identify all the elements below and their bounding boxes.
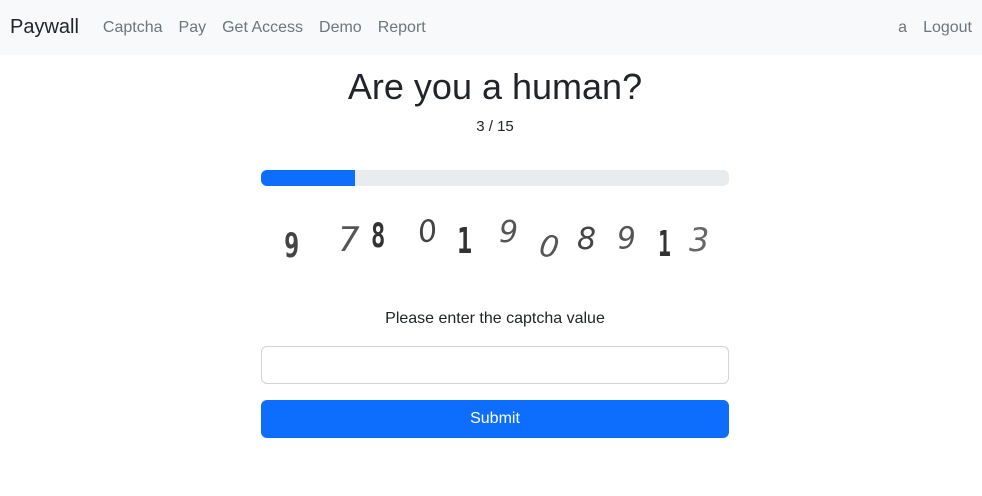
progress-track (261, 170, 729, 186)
captcha-char: 1 (457, 221, 472, 263)
captcha-char: 9 (616, 220, 638, 257)
captcha-char: 8 (577, 222, 596, 257)
captcha-char: 0 (537, 228, 562, 266)
captcha-image: 97801908913 (261, 211, 729, 271)
captcha-char: 8 (371, 216, 385, 255)
captcha-char: 1 (658, 222, 671, 264)
step-counter: 3 / 15 (476, 118, 514, 135)
nav-link-pay[interactable]: Pay (171, 19, 215, 37)
nav-logout[interactable]: Logout (907, 19, 972, 37)
nav-right: a Logout (882, 19, 972, 37)
captcha-input[interactable] (261, 346, 729, 384)
navbar-brand[interactable]: Paywall (10, 16, 79, 39)
nav-links: Captcha Pay Get Access Demo Report (95, 19, 434, 37)
navbar: Paywall Captcha Pay Get Access Demo Repo… (0, 0, 982, 55)
captcha-svg: 97801908913 (284, 213, 709, 266)
page-title: Are you a human? (347, 66, 643, 107)
progress-bar (261, 170, 355, 186)
nav-link-captcha[interactable]: Captcha (95, 19, 171, 37)
nav-link-get-access[interactable]: Get Access (214, 19, 311, 37)
nav-link-demo[interactable]: Demo (311, 19, 370, 37)
captcha-char: 7 (338, 220, 360, 260)
captcha-char: 9 (284, 226, 299, 266)
submit-button[interactable]: Submit (261, 400, 729, 438)
captcha-char: 3 (689, 221, 709, 259)
captcha-prompt: Please enter the captcha value (385, 310, 605, 327)
captcha-char: 9 (499, 215, 518, 250)
captcha-char: 0 (415, 213, 440, 251)
nav-link-report[interactable]: Report (370, 19, 434, 37)
nav-user[interactable]: a (882, 19, 907, 37)
main-container: Are you a human? 3 / 15 97801908913 Plea… (261, 55, 729, 438)
